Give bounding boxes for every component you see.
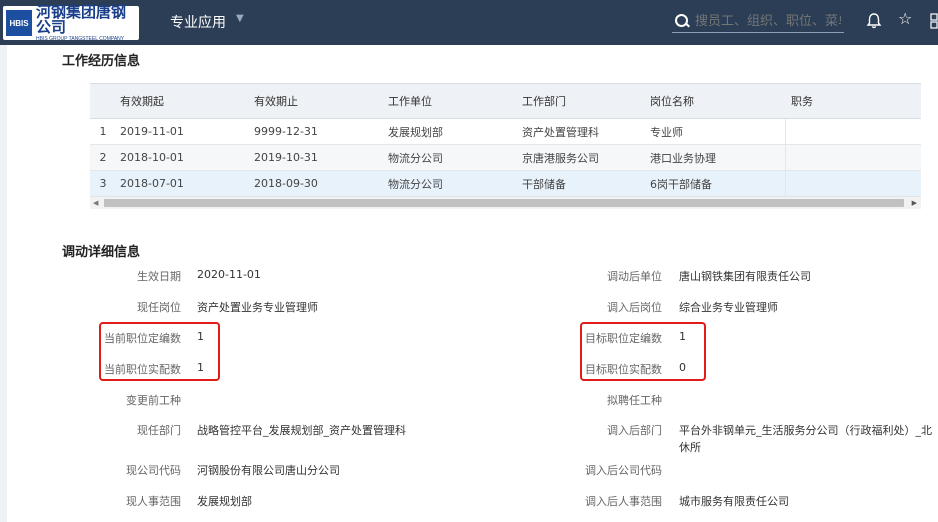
- star-icon[interactable]: ☆: [898, 11, 912, 27]
- nav-menu-professional-apps[interactable]: 专业应用: [170, 12, 226, 32]
- column-header-end[interactable]: 有效期止: [250, 83, 384, 119]
- value-target-department-cont: 休所: [679, 441, 701, 454]
- value-target-unit: 唐山钢铁集团有限责任公司: [679, 270, 811, 283]
- cell-duty: [784, 118, 921, 145]
- top-navigation-bar: HBIS 河钢集团唐钢公司 HBIS GROUP TANGSTEEL COMPA…: [0, 0, 938, 45]
- table-row[interactable]: 1 2019-11-01 9999-12-31 发展规划部 资产处置管理科 专业…: [90, 118, 921, 145]
- value-current-department: 战略管控平台_发展规划部_资产处置管理科: [197, 424, 406, 437]
- label-current-hr-scope: 现人事范围: [126, 495, 181, 508]
- transfer-detail-title: 调动详细信息: [62, 245, 141, 260]
- table-header-row: 有效期起 有效期止 工作单位 工作部门 岗位名称 职务: [90, 83, 921, 119]
- search-icon[interactable]: [675, 14, 690, 28]
- column-header-unit[interactable]: 工作单位: [384, 83, 518, 119]
- cell-duty: [784, 170, 921, 197]
- label-target-hr-scope: 调入后人事范围: [585, 495, 662, 508]
- cell-dept: 干部储备: [518, 170, 640, 197]
- value-current-post: 资产处置业务专业管理师: [197, 301, 318, 314]
- apps-grid-icon[interactable]: [930, 13, 938, 29]
- table-row[interactable]: 3 2018-07-01 2018-09-30 物流分公司 干部储备 6岗干部储…: [90, 170, 921, 197]
- value-current-hr-scope: 发展规划部: [197, 495, 252, 508]
- cell-duty: [784, 144, 921, 171]
- cell-end: 2018-09-30: [250, 170, 384, 197]
- label-target-company-code: 调入后公司代码: [585, 464, 662, 477]
- cell-post: 专业师: [640, 118, 785, 145]
- scroll-right-icon[interactable]: ▶: [912, 199, 917, 207]
- label-target-post: 调入后岗位: [607, 301, 662, 314]
- label-current-post: 现任岗位: [137, 301, 181, 314]
- row-index: 2: [90, 144, 116, 171]
- logo-company-name-en: HBIS GROUP TANGSTEEL COMPANY: [36, 35, 125, 42]
- left-rail: [0, 45, 7, 522]
- chevron-down-icon[interactable]: ▼: [236, 13, 244, 24]
- row-index: 3: [90, 170, 116, 197]
- value-target-post: 综合业务专业管理师: [679, 301, 778, 314]
- label-proposed-work-type: 拟聘任工种: [607, 394, 662, 407]
- cell-post: 6岗干部储备: [640, 170, 785, 197]
- scrollbar-thumb[interactable]: [104, 199, 904, 207]
- column-header-duty[interactable]: 职务: [785, 83, 921, 119]
- horizontal-scrollbar[interactable]: ◀ ▶: [90, 196, 921, 209]
- column-header-index: [90, 83, 116, 119]
- cell-end: 9999-12-31: [250, 118, 384, 145]
- work-history-title: 工作经历信息: [62, 54, 141, 69]
- highlight-box-current-counts: [99, 322, 220, 381]
- logo-company-name: 河钢集团唐钢公司: [36, 2, 127, 36]
- bell-icon[interactable]: [865, 12, 883, 30]
- cell-dept: 资产处置管理科: [518, 118, 640, 145]
- company-logo[interactable]: HBIS 河钢集团唐钢公司 HBIS GROUP TANGSTEEL COMPA…: [3, 2, 139, 42]
- column-header-dept[interactable]: 工作部门: [518, 83, 640, 119]
- value-target-department: 平台外非钢单元_生活服务分公司（行政福利处）_北: [679, 424, 932, 437]
- cell-unit: 发展规划部: [384, 118, 518, 145]
- label-effective-date: 生效日期: [137, 270, 181, 283]
- cell-start: 2018-10-01: [116, 144, 250, 171]
- table-row[interactable]: 2 2018-10-01 2019-10-31 物流分公司 京唐港服务公司 港口…: [90, 144, 921, 171]
- label-current-company-code: 现公司代码: [126, 464, 181, 477]
- label-target-unit: 调动后单位: [607, 270, 662, 283]
- cell-dept: 京唐港服务公司: [518, 144, 640, 171]
- highlight-box-target-counts: [580, 322, 706, 381]
- cell-post: 港口业务协理: [640, 144, 785, 171]
- row-index: 1: [90, 118, 116, 145]
- search-input[interactable]: [695, 13, 841, 29]
- work-history-table: 有效期起 有效期止 工作单位 工作部门 岗位名称 职务 1 2019-11-01…: [90, 83, 921, 197]
- cell-unit: 物流分公司: [384, 170, 518, 197]
- column-header-start[interactable]: 有效期起: [116, 83, 250, 119]
- logo-text: 河钢集团唐钢公司 HBIS GROUP TANGSTEEL COMPANY: [36, 2, 139, 42]
- cell-end: 2019-10-31: [250, 144, 384, 171]
- cell-start: 2019-11-01: [116, 118, 250, 145]
- column-header-post[interactable]: 岗位名称: [640, 83, 785, 119]
- label-previous-work-type: 变更前工种: [126, 394, 181, 407]
- global-search[interactable]: [672, 10, 844, 33]
- cell-start: 2018-07-01: [116, 170, 250, 197]
- value-effective-date: 2020-11-01: [197, 268, 261, 281]
- hbis-logo-mark: HBIS: [6, 10, 33, 36]
- label-target-department: 调入后部门: [607, 424, 662, 437]
- scroll-left-icon[interactable]: ◀: [93, 199, 98, 207]
- value-current-company-code: 河钢股份有限公司唐山分公司: [197, 464, 340, 477]
- value-target-hr-scope: 城市服务有限责任公司: [679, 495, 789, 508]
- label-current-department: 现任部门: [137, 424, 181, 437]
- cell-unit: 物流分公司: [384, 144, 518, 171]
